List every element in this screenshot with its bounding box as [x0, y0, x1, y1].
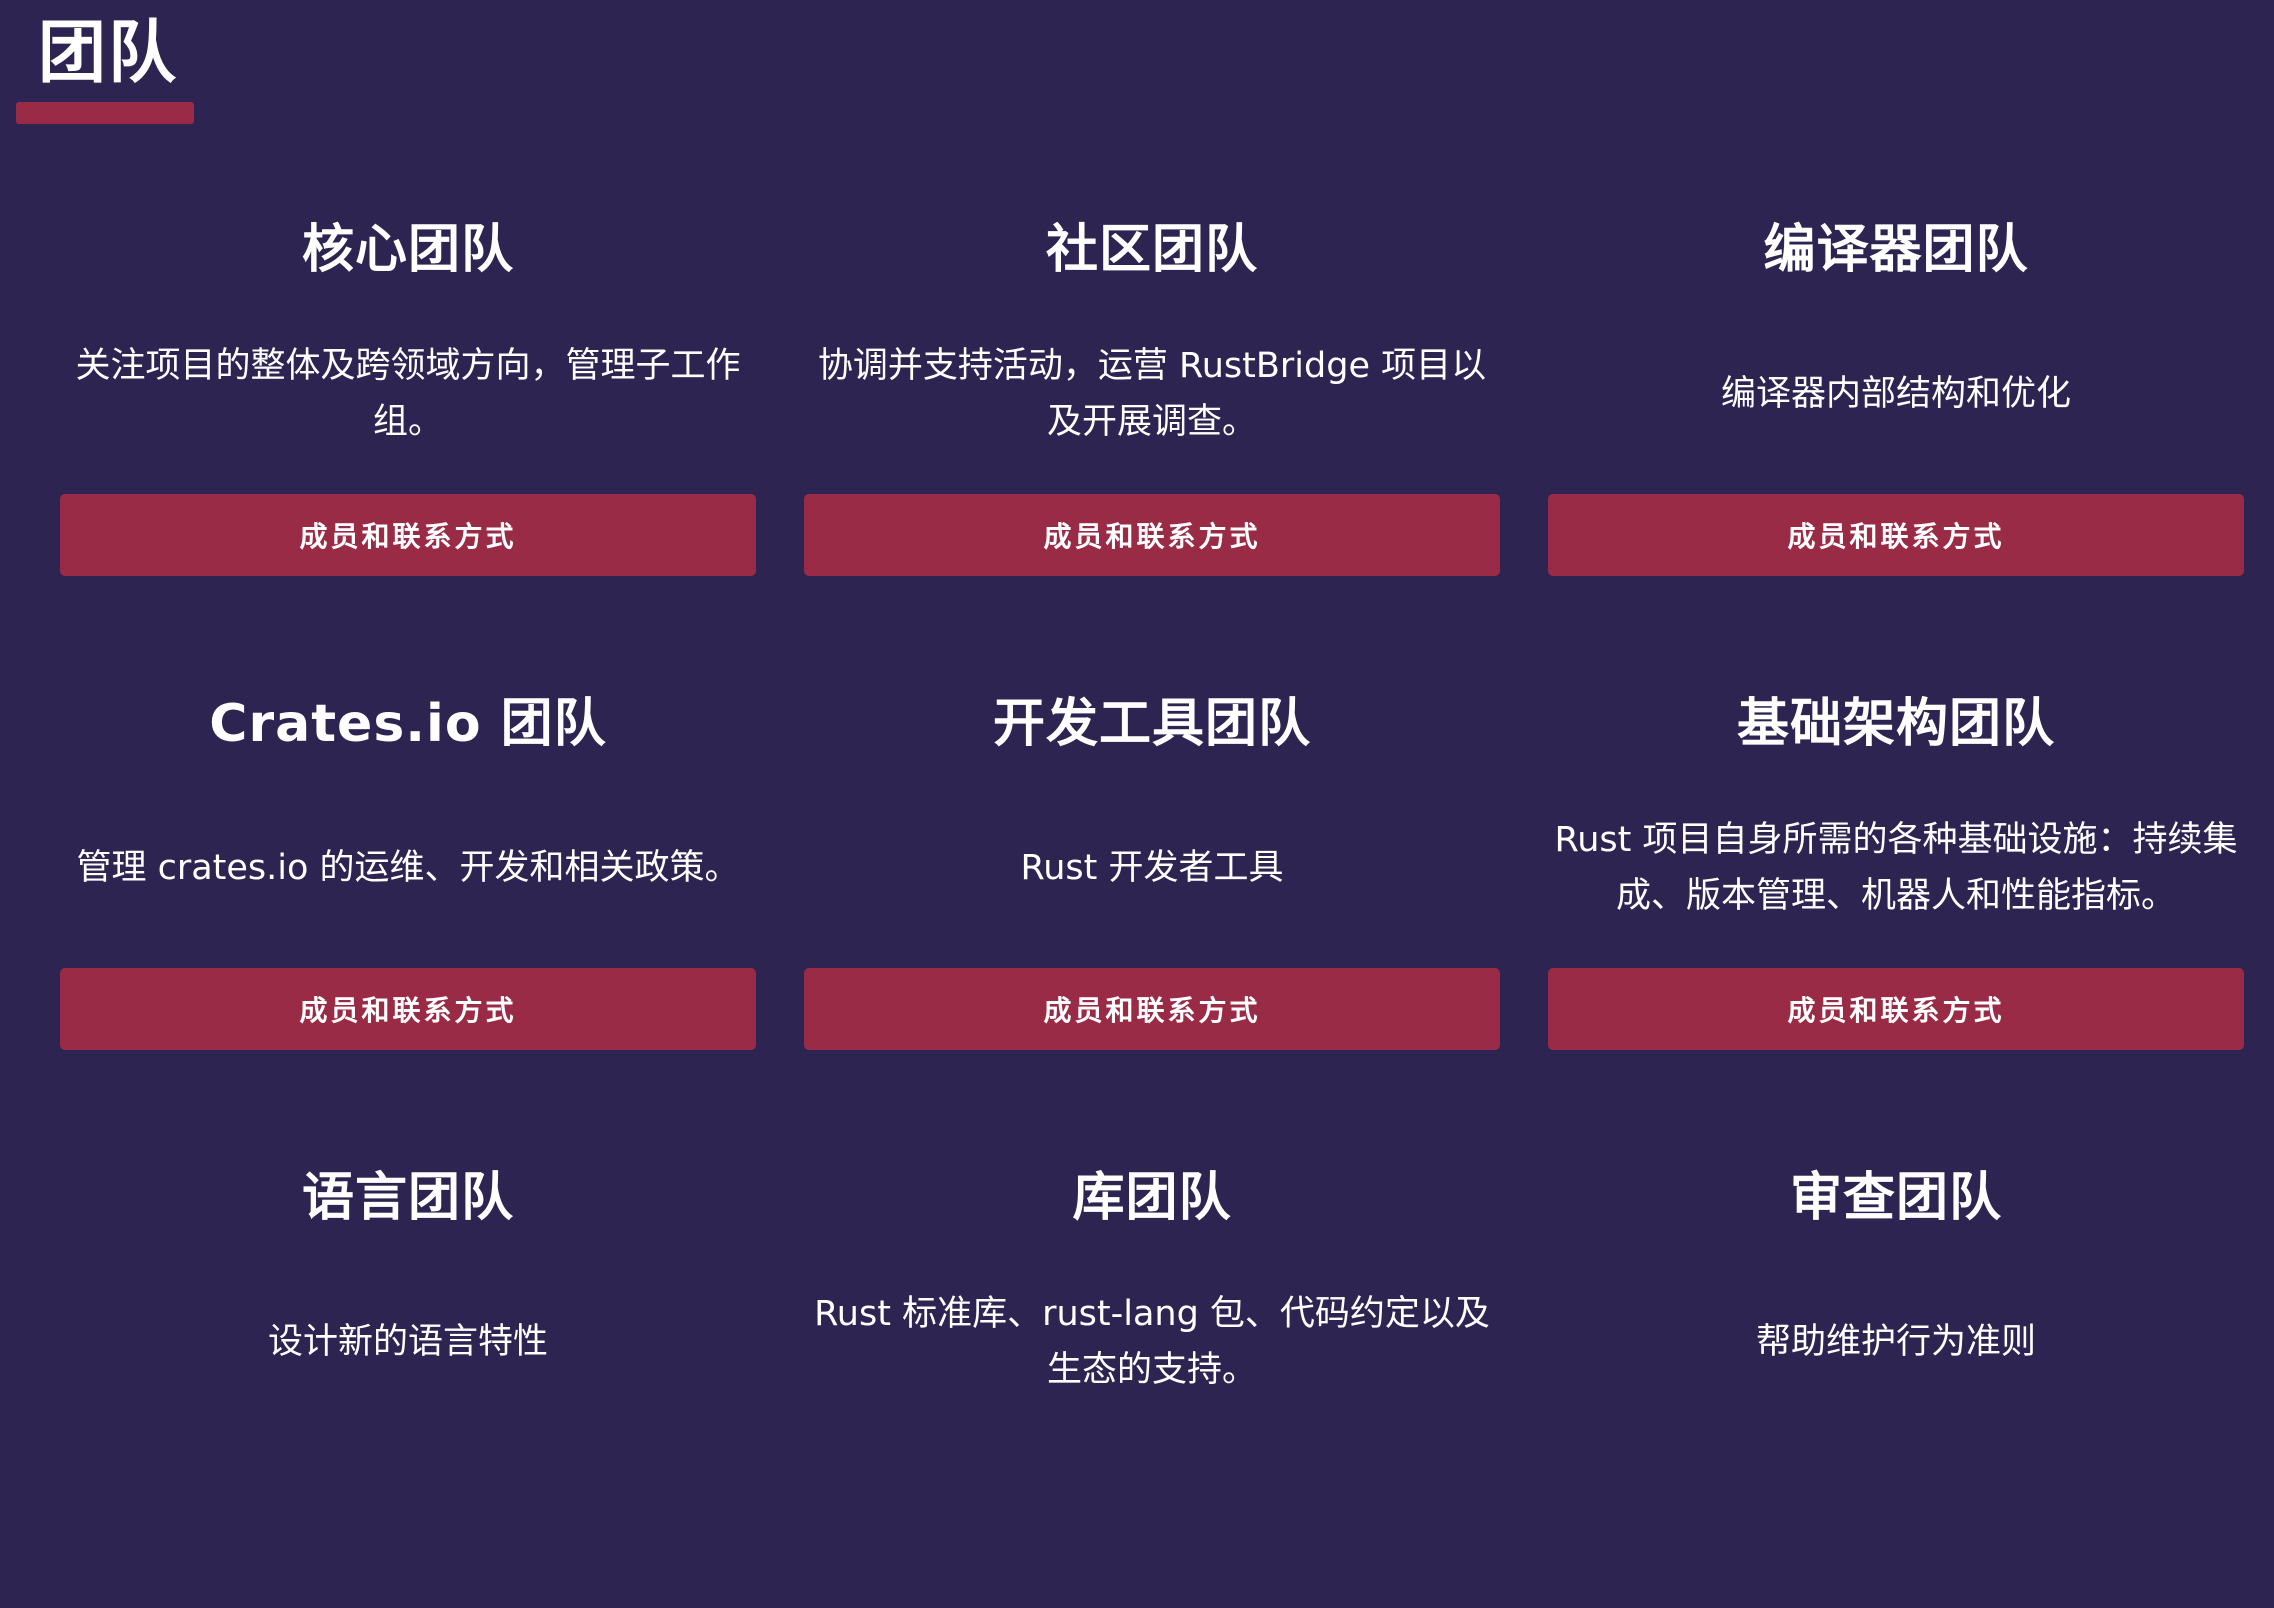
team-card-community: 社区团队 协调并支持活动，运营 RustBridge 项目以及开展调查。 成员和…	[804, 186, 1500, 660]
team-description: 编译器内部结构和优化	[1720, 374, 2071, 414]
team-description: 帮助维护行为准则	[1755, 1322, 2036, 1362]
team-title: 语言团队	[301, 1167, 514, 1228]
members-contact-button[interactable]: 成员和联系方式	[804, 494, 1500, 576]
team-description: Rust 项目自身所需的各种基础设施：持续集成、版本管理、机器人和性能指标。	[1554, 820, 2238, 916]
team-title: 基础架构团队	[1736, 693, 2055, 754]
members-contact-button[interactable]: 成员和联系方式	[60, 494, 756, 576]
section-title: 团队	[38, 14, 179, 93]
members-contact-button[interactable]: 成员和联系方式	[1548, 968, 2244, 1050]
team-title: 社区团队	[1045, 219, 1258, 280]
team-card-language: 语言团队 设计新的语言特性	[60, 1134, 756, 1608]
team-card-library: 库团队 Rust 标准库、rust-lang 包、代码约定以及生态的支持。	[804, 1134, 1500, 1608]
team-title: 编译器团队	[1763, 219, 2029, 280]
members-contact-button[interactable]: 成员和联系方式	[804, 968, 1500, 1050]
team-card-moderation: 审查团队 帮助维护行为准则	[1548, 1134, 2244, 1608]
members-contact-button[interactable]: 成员和联系方式	[60, 968, 756, 1050]
team-title: Crates.io 团队	[209, 693, 607, 754]
team-card-infrastructure: 基础架构团队 Rust 项目自身所需的各种基础设施：持续集成、版本管理、机器人和…	[1548, 660, 2244, 1134]
section-title-underline	[16, 102, 194, 124]
team-card-compiler: 编译器团队 编译器内部结构和优化 成员和联系方式	[1548, 186, 2244, 660]
team-title: 开发工具团队	[992, 693, 1311, 754]
team-description: Rust 开发者工具	[1020, 848, 1284, 888]
section-header: 团队	[16, 14, 196, 124]
teams-grid: 核心团队 关注项目的整体及跨领域方向，管理子工作组。 成员和联系方式 社区团队 …	[60, 186, 2244, 1608]
team-title: 库团队	[1072, 1167, 1232, 1228]
members-contact-button[interactable]: 成员和联系方式	[1548, 494, 2244, 576]
team-card-crates-io: Crates.io 团队 管理 crates.io 的运维、开发和相关政策。 成…	[60, 660, 756, 1134]
team-title: 审查团队	[1789, 1167, 2002, 1228]
team-description: Rust 标准库、rust-lang 包、代码约定以及生态的支持。	[814, 1294, 1490, 1390]
team-description: 管理 crates.io 的运维、开发和相关政策。	[76, 848, 740, 888]
team-description: 设计新的语言特性	[267, 1322, 548, 1362]
team-title: 核心团队	[301, 219, 514, 280]
team-description: 协调并支持活动，运营 RustBridge 项目以及开展调查。	[817, 346, 1487, 442]
team-card-core: 核心团队 关注项目的整体及跨领域方向，管理子工作组。 成员和联系方式	[60, 186, 756, 660]
team-card-dev-tools: 开发工具团队 Rust 开发者工具 成员和联系方式	[804, 660, 1500, 1134]
team-description: 关注项目的整体及跨领域方向，管理子工作组。	[75, 346, 741, 442]
